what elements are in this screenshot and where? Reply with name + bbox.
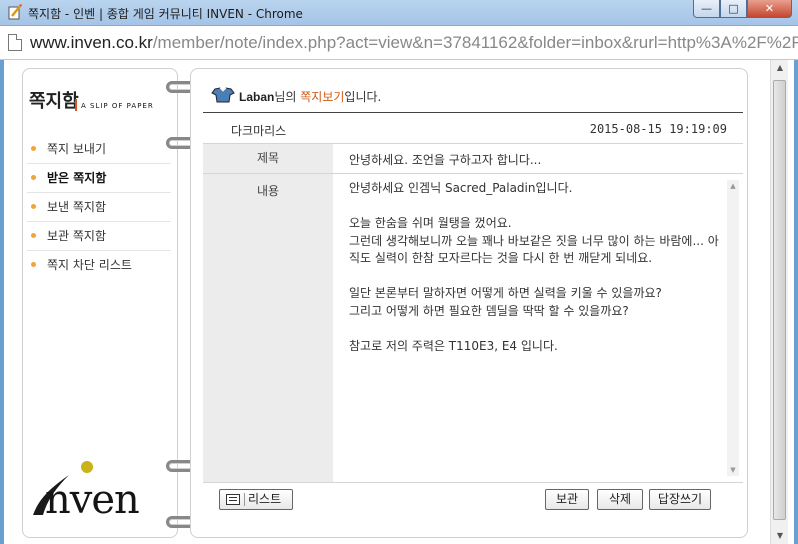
body-paragraph: 일단 본론부터 말하자면 어떻게 하면 실력을 키울 수 있을까요? [349, 286, 662, 300]
inven-logo-dot [81, 461, 93, 473]
header-end: 입니다. [344, 90, 382, 104]
body-paragraph: 그런데 생각해보니까 오늘 꽤나 바보같은 짓을 너무 많이 하는 바람에...… [349, 233, 719, 266]
body-scrollbar[interactable]: ▲ ▼ [727, 180, 739, 476]
header-accent: 쪽지보기 [300, 90, 345, 104]
subject-row: 제목 안녕하세요. 조언을 구하고자 합니다... [203, 144, 743, 174]
note-view-panel: Laban님의 쪽지보기입니다. 다크마리스 2015-08-15 19:19:… [190, 68, 748, 538]
inven-logo[interactable]: nven [45, 477, 140, 523]
list-icon [226, 494, 240, 505]
sidebar-item-archive[interactable]: 보관 쪽지함 [27, 222, 171, 251]
action-bar: 리스트 보관 삭제 답장쓰기 [203, 485, 743, 515]
scroll-down-icon[interactable]: ▼ [771, 528, 789, 544]
bullet-icon [31, 262, 36, 267]
window-titlebar: 쪽지함 - 인벤 | 종합 게임 커뮤니티 INVEN - Chrome — □… [0, 0, 798, 26]
scroll-up-icon[interactable]: ▲ [727, 180, 739, 192]
bullet-icon [31, 146, 36, 151]
minimize-button[interactable]: — [693, 0, 720, 18]
note-pencil-icon [8, 4, 22, 20]
header-mid: 님의 [274, 90, 301, 104]
sidebar-nav: 쪽지 보내기 받은 쪽지함 보낸 쪽지함 보관 쪽지함 쪽지 차단 리스트 [23, 135, 171, 280]
scroll-up-icon[interactable]: ▲ [771, 60, 789, 76]
page-icon [8, 34, 22, 51]
sidebar-item-label: 받은 쪽지함 [47, 171, 107, 185]
sidebar-item-block-list[interactable]: 쪽지 차단 리스트 [27, 251, 171, 280]
sidebar-item-label: 쪽지 보내기 [47, 142, 107, 156]
reply-button[interactable]: 답장쓰기 [649, 489, 711, 510]
list-button[interactable]: 리스트 [219, 489, 293, 510]
subject-value: 안녕하세요. 조언을 구하고자 합니다... [349, 153, 542, 167]
sidebar-title-divider [75, 99, 77, 111]
body-paragraph: 그리고 어떻게 하면 필요한 뎀딜을 딱딱 할 수 있을까요? [349, 303, 629, 318]
sidebar-title: 쪽지함 [29, 91, 79, 112]
bullet-icon [31, 204, 36, 209]
note-header: Laban님의 쪽지보기입니다. [211, 85, 731, 111]
url-path: /member/note/index.php?act=view&n=378411… [152, 33, 798, 52]
sidebar-item-inbox[interactable]: 받은 쪽지함 [27, 164, 171, 193]
url-text[interactable]: www.inven.co.kr/member/note/index.php?ac… [30, 33, 798, 53]
page-scrollbar[interactable]: ▲ ▼ [770, 60, 788, 544]
body-row: 내용 안녕하세요 인겜닉 Sacred_Paladin입니다. 오늘 한숨을 쉬… [203, 174, 743, 483]
window-controls: — □ ✕ [693, 0, 792, 18]
keep-button[interactable]: 보관 [545, 489, 589, 510]
button-separator [244, 493, 245, 506]
sidebar-item-label: 쪽지 차단 리스트 [47, 258, 132, 272]
bullet-icon [31, 233, 36, 238]
note-sidebar: 쪽지함 A SLIP OF PAPER 쪽지 보내기 받은 쪽지함 보낸 쪽지함… [22, 68, 178, 538]
body-paragraph: 참고로 저의 주력은 T110E3, E4 입니다. [349, 338, 558, 353]
list-button-label: 리스트 [248, 492, 282, 506]
address-bar[interactable]: www.inven.co.kr/member/note/index.php?ac… [0, 26, 798, 60]
note-meta: 다크마리스 2015-08-15 19:19:09 [203, 117, 743, 141]
note-body: 안녕하세요 인겜닉 Sacred_Paladin입니다. 오늘 한숨을 쉬며 월… [349, 180, 721, 480]
body-label: 내용 [203, 174, 333, 482]
header-sender: Laban [239, 90, 275, 104]
window-title: 쪽지함 - 인벤 | 종합 게임 커뮤니티 INVEN - Chrome [28, 7, 303, 21]
sidebar-item-label: 보낸 쪽지함 [47, 200, 107, 214]
body-paragraph: 오늘 한숨을 쉬며 월탱을 껐어요. [349, 216, 512, 230]
sidebar-item-sent[interactable]: 보낸 쪽지함 [27, 193, 171, 222]
shirt-icon [211, 87, 235, 103]
note-sender[interactable]: 다크마리스 [231, 122, 286, 139]
header-divider [203, 112, 743, 113]
subject-label: 제목 [203, 144, 333, 173]
close-button[interactable]: ✕ [747, 0, 792, 18]
maximize-button[interactable]: □ [720, 0, 747, 18]
sidebar-subtitle: A SLIP OF PAPER [81, 102, 154, 110]
sidebar-item-send-note[interactable]: 쪽지 보내기 [27, 135, 171, 164]
note-table: 제목 안녕하세요. 조언을 구하고자 합니다... 내용 안녕하세요 인겜닉 S… [203, 143, 743, 483]
bullet-icon [31, 175, 36, 180]
page-viewport: 쪽지함 A SLIP OF PAPER 쪽지 보내기 받은 쪽지함 보낸 쪽지함… [4, 60, 794, 544]
url-host: www.inven.co.kr [30, 33, 153, 52]
note-date: 2015-08-15 19:19:09 [589, 122, 727, 136]
note-header-text: Laban님의 쪽지보기입니다. [239, 88, 381, 105]
scrollbar-thumb[interactable] [773, 80, 786, 520]
body-paragraph: 안녕하세요 인겜닉 Sacred_Paladin입니다. [349, 181, 573, 195]
scroll-down-icon[interactable]: ▼ [727, 464, 739, 476]
sidebar-item-label: 보관 쪽지함 [47, 229, 107, 243]
delete-button[interactable]: 삭제 [597, 489, 643, 510]
